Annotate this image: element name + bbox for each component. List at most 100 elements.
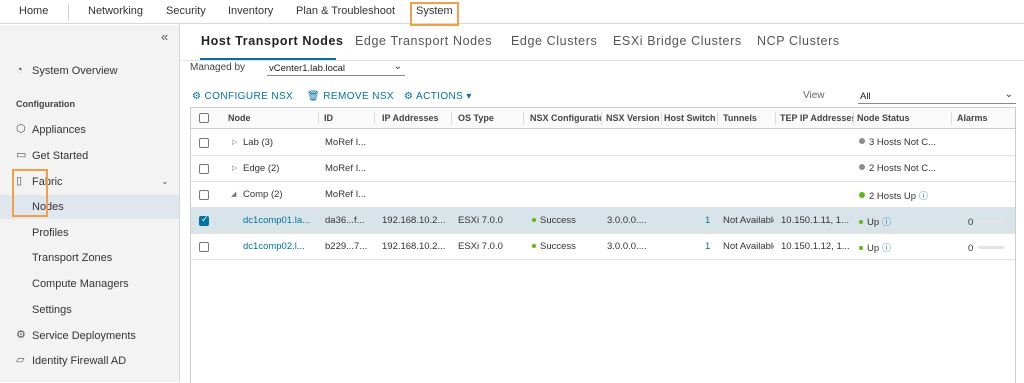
column-divider — [951, 112, 952, 125]
tab-edge-transport-nodes[interactable]: Edge Transport Nodes — [355, 34, 492, 48]
status-dot — [859, 192, 865, 198]
tep-ip-addresses: 10.150.1.12, 1... — [781, 241, 850, 252]
actions-menu-button[interactable]: ⚙ ACTIONS ▾ — [404, 91, 472, 102]
node-id: MoRef I... — [325, 189, 367, 200]
nsx-configuration: Success — [532, 241, 576, 252]
info-icon[interactable]: ⓘ — [882, 217, 891, 227]
column-header-node[interactable]: Node — [228, 113, 318, 123]
tab-security[interactable]: Security — [166, 5, 206, 17]
tab-home[interactable]: Home — [19, 5, 48, 17]
cube-icon: ⬡ — [16, 123, 26, 135]
node-link[interactable]: dc1comp02.l... — [243, 241, 317, 252]
column-header-node-status[interactable]: Node Status — [857, 113, 949, 123]
tab-ncp-clusters[interactable]: NCP Clusters — [757, 34, 840, 48]
sidebar-item-identity-firewall-ad[interactable]: ▱ Identity Firewall AD — [0, 349, 179, 373]
sidebar-item-settings[interactable]: Settings — [0, 298, 179, 322]
alarms-count: 0 — [968, 243, 974, 254]
tab-inventory[interactable]: Inventory — [228, 5, 273, 17]
sidebar-item-label: Identity Firewall AD — [32, 355, 127, 367]
row-checkbox[interactable] — [199, 190, 209, 200]
managed-by-label: Managed by — [190, 62, 246, 73]
column-divider — [523, 112, 524, 125]
nsx-configuration-text: Success — [540, 241, 576, 252]
os-type: ESXi 7.0.0 — [458, 215, 503, 226]
double-chevron-left-icon[interactable]: « — [161, 29, 168, 44]
sidebar-item-label: Settings — [32, 304, 72, 316]
sidebar-item-label: Get Started — [32, 150, 89, 162]
view-label: View — [803, 90, 825, 101]
node-name: Edge (2) — [243, 163, 280, 174]
nav-divider — [68, 4, 69, 20]
column-header-nsx-version[interactable]: NSX Version — [606, 113, 660, 123]
tab-plan-troubleshoot[interactable]: Plan & Troubleshoot — [296, 5, 395, 17]
table-row[interactable]: dc1comp01.la... da36...f... 192.168.10.2… — [191, 208, 1015, 234]
node-status: 2 Hosts Not C... — [859, 163, 936, 174]
alarms-count: 0 — [968, 217, 974, 228]
node-link[interactable]: dc1comp01.la... — [243, 215, 317, 226]
nsx-version: 3.0.0.0.... — [607, 241, 647, 252]
row-checkbox[interactable] — [199, 214, 209, 226]
host-transport-nodes-table: Node ID IP Addresses OS Type NSX Configu… — [190, 107, 1016, 383]
tab-edge-clusters[interactable]: Edge Clusters — [511, 34, 597, 48]
node-status: Up ⓘ — [859, 215, 891, 228]
table-row[interactable]: dc1comp02.l... b229...7... 192.168.10.2.… — [191, 234, 1015, 260]
sidebar-item-appliances[interactable]: ⬡ Appliances — [0, 118, 179, 142]
view-select[interactable]: All ⌄ — [858, 88, 1016, 104]
ip-addresses: 192.168.10.2... — [382, 241, 446, 252]
column-header-nsx-configuration[interactable]: NSX Configuration — [530, 113, 601, 123]
managed-by-select[interactable]: vCenter1.lab.local ⌄ — [267, 60, 405, 76]
column-divider — [601, 112, 602, 125]
chevron-down-icon[interactable]: ◢ — [231, 190, 236, 198]
sidebar-item-system-overview[interactable]: ◔ System Overview — [0, 59, 179, 83]
column-header-tep-ip-addresses[interactable]: TEP IP Addresses — [780, 113, 853, 123]
table-row[interactable]: ◢ Comp (2) MoRef I... 2 Hosts Up ⓘ — [191, 182, 1015, 208]
node-status: Up ⓘ — [859, 241, 891, 254]
row-checkbox[interactable] — [199, 164, 209, 174]
select-all-checkbox[interactable] — [199, 113, 209, 123]
column-divider — [318, 112, 319, 125]
chevron-down-icon: ⌄ — [393, 61, 402, 72]
sidebar-item-label: Service Deployments — [32, 330, 136, 342]
tab-esxi-bridge-clusters[interactable]: ESXi Bridge Clusters — [613, 34, 742, 48]
info-icon[interactable]: ⓘ — [919, 191, 928, 201]
column-header-host-switch[interactable]: Host Switch — [664, 113, 717, 123]
column-divider — [374, 112, 375, 125]
status-dot — [532, 244, 536, 248]
remove-nsx-button[interactable]: 🗑 REMOVE NSX — [307, 91, 394, 102]
sidebar-item-get-started[interactable]: ▭ Get Started — [0, 144, 179, 168]
row-checkbox[interactable] — [199, 242, 209, 252]
sidebar-item-transport-zones[interactable]: Transport Zones — [0, 246, 179, 270]
status-dot — [859, 246, 863, 250]
column-divider — [661, 112, 662, 125]
host-switch-link[interactable]: 1 — [705, 241, 710, 252]
column-header-tunnels[interactable]: Tunnels — [723, 113, 773, 123]
info-icon[interactable]: ⓘ — [882, 243, 891, 253]
chevron-down-icon[interactable]: ⌄ — [161, 176, 169, 187]
column-header-alarms[interactable]: Alarms — [957, 113, 1007, 123]
host-switch-link[interactable]: 1 — [705, 215, 710, 226]
top-navigation: Home Networking Security Inventory Plan … — [0, 0, 1024, 24]
tab-host-transport-nodes[interactable]: Host Transport Nodes — [201, 34, 344, 48]
sidebar-item-compute-managers[interactable]: Compute Managers — [0, 272, 179, 296]
chevron-right-icon[interactable]: ▷ — [232, 164, 237, 172]
column-divider — [717, 112, 718, 125]
column-header-os-type[interactable]: OS Type — [458, 113, 520, 123]
sidebar-item-profiles[interactable]: Profiles — [0, 221, 179, 245]
column-header-id[interactable]: ID — [324, 113, 374, 123]
column-divider — [853, 112, 854, 125]
chevron-right-icon[interactable]: ▷ — [232, 138, 237, 146]
sidebar-item-service-deployments[interactable]: ⚙ Service Deployments — [0, 324, 179, 348]
column-header-ip-addresses[interactable]: IP Addresses — [382, 113, 450, 123]
node-status-text: 2 Hosts Not C... — [869, 163, 937, 174]
column-divider — [775, 112, 776, 125]
tab-networking[interactable]: Networking — [88, 5, 143, 17]
status-dot — [859, 138, 865, 144]
view-value: All — [860, 91, 871, 102]
managed-by-value: vCenter1.lab.local — [269, 63, 346, 74]
os-type: ESXi 7.0.0 — [458, 241, 503, 252]
configure-nsx-button[interactable]: ⚙ CONFIGURE NSX — [192, 91, 293, 102]
table-row[interactable]: ▷ Edge (2) MoRef I... 2 Hosts Not C... — [191, 156, 1015, 182]
row-checkbox[interactable] — [199, 138, 209, 148]
system-tab-highlight — [410, 2, 459, 26]
table-row[interactable]: ▷ Lab (3) MoRef I... 3 Hosts Not C... — [191, 130, 1015, 156]
